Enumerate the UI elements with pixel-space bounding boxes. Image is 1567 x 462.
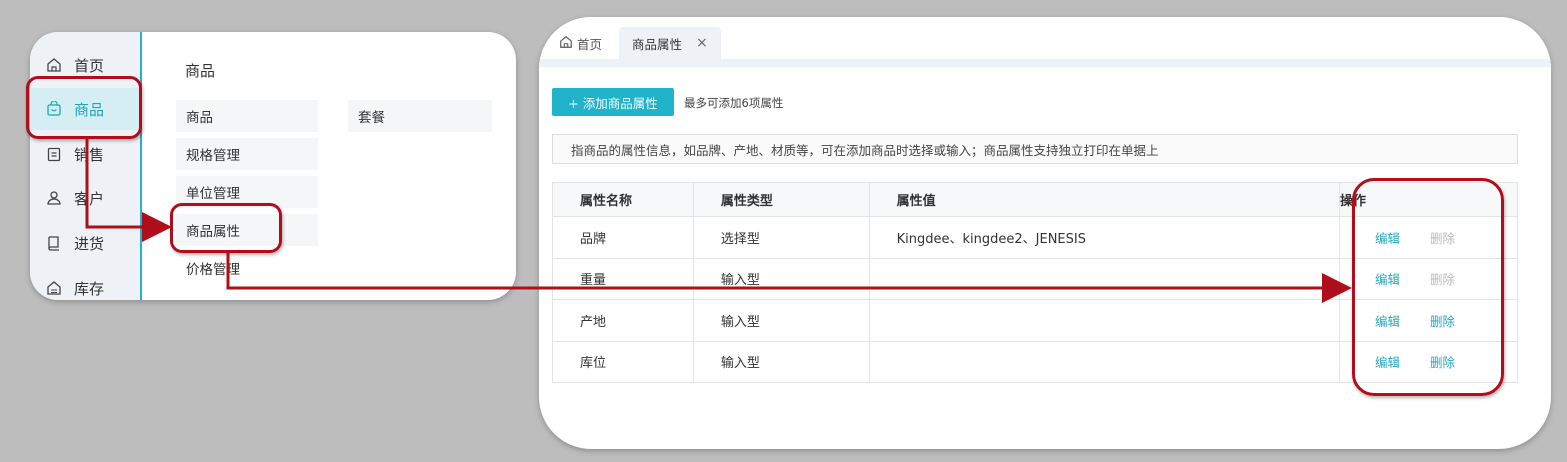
cell-name: 库位 bbox=[552, 340, 694, 383]
cell-name: 产地 bbox=[552, 299, 694, 342]
user-icon bbox=[46, 190, 62, 206]
cell-value: Kingdee、kingdee2、JENESIS bbox=[868, 216, 1341, 259]
highlight-goods-menu bbox=[26, 76, 142, 139]
highlight-attribute-menu bbox=[170, 203, 282, 253]
cell-name: 重量 bbox=[552, 257, 694, 300]
info-notice: 指商品的属性信息，如品牌、产地、材质等，可在添加商品时选择或输入；商品属性支持独… bbox=[552, 134, 1518, 164]
sidebar-item-label: 首页 bbox=[74, 56, 105, 75]
book-icon bbox=[46, 235, 62, 251]
tab-home[interactable]: 首页 bbox=[559, 27, 602, 59]
add-attribute-button[interactable]: + 添加商品属性 bbox=[552, 88, 674, 116]
limit-hint: 最多可添加6项属性 bbox=[684, 96, 784, 110]
submenu-item-goods[interactable]: 商品 bbox=[176, 100, 318, 132]
warehouse-icon bbox=[46, 280, 62, 296]
clipboard-icon bbox=[46, 146, 62, 162]
sidebar-item-inventory[interactable]: 库存 bbox=[30, 267, 140, 300]
cell-type: 输入型 bbox=[692, 299, 870, 342]
sidebar-item-label: 进货 bbox=[74, 234, 105, 253]
tab-label: 首页 bbox=[577, 36, 603, 52]
cell-type: 选择型 bbox=[692, 216, 870, 259]
column-header-name: 属性名称 bbox=[552, 182, 694, 217]
highlight-actions-column bbox=[1352, 178, 1504, 396]
navigation-panel: 首页 商品 销售 客户 进货 库存 商品 商品 规格管理 单位管理 商品属性 价… bbox=[30, 32, 516, 300]
submenu-item-package[interactable]: 套餐 bbox=[348, 100, 492, 132]
home-icon bbox=[559, 35, 577, 52]
home-icon bbox=[46, 57, 62, 73]
cell-value bbox=[868, 340, 1341, 383]
sidebar-item-customer[interactable]: 客户 bbox=[30, 177, 140, 219]
sidebar-item-label: 库存 bbox=[74, 279, 105, 298]
tab-label: 商品属性 bbox=[632, 36, 683, 52]
sidebar-item-purchase[interactable]: 进货 bbox=[30, 222, 140, 264]
submenu-title: 商品 bbox=[185, 62, 216, 80]
close-icon[interactable]: × bbox=[696, 35, 708, 51]
cell-value bbox=[868, 257, 1341, 300]
column-header-type: 属性类型 bbox=[692, 182, 870, 217]
submenu-item-price[interactable]: 价格管理 bbox=[176, 252, 318, 284]
tab-bar: 首页 商品属性 × bbox=[539, 17, 1551, 67]
tab-goods-attribute[interactable]: 商品属性 × bbox=[619, 27, 721, 59]
cell-value bbox=[868, 299, 1341, 342]
sidebar-item-sales[interactable]: 销售 bbox=[30, 133, 140, 175]
sidebar: 首页 商品 销售 客户 进货 库存 bbox=[30, 32, 142, 300]
cell-type: 输入型 bbox=[692, 340, 870, 383]
cell-type: 输入型 bbox=[692, 257, 870, 300]
column-header-value: 属性值 bbox=[868, 182, 1341, 217]
cell-name: 品牌 bbox=[552, 216, 694, 259]
submenu-item-spec[interactable]: 规格管理 bbox=[176, 138, 318, 170]
sidebar-item-label: 销售 bbox=[74, 145, 105, 164]
sidebar-item-label: 客户 bbox=[74, 189, 105, 208]
